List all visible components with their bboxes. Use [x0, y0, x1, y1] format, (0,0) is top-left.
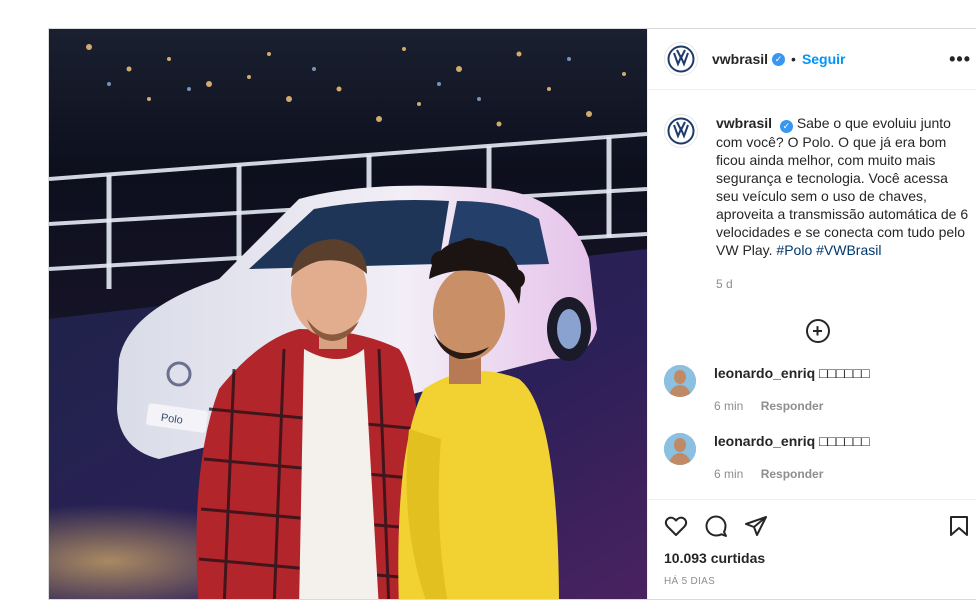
- comment-text: □□□□□□: [819, 433, 870, 449]
- comment-username[interactable]: leonardo_enriq: [714, 365, 815, 381]
- verified-badge-icon: ✓: [779, 120, 793, 133]
- post-photo-illustration: Polo: [49, 29, 647, 599]
- caption-body: vwbrasil ✓ Sabe o que evoluiu junto com …: [716, 114, 971, 293]
- comment-icon[interactable]: [704, 514, 728, 538]
- share-icon[interactable]: [744, 514, 768, 538]
- vw-logo-avatar[interactable]: [664, 42, 698, 76]
- commenter-avatar[interactable]: [664, 433, 696, 465]
- action-icons: [664, 514, 971, 538]
- comment-time: 6 min: [714, 399, 744, 413]
- post-photo[interactable]: Polo: [49, 29, 647, 599]
- comment-body: leonardo_enriq □□□□□□ 6 min Responder: [714, 433, 870, 481]
- likes-count[interactable]: 10.093 curtidas: [664, 550, 971, 566]
- heart-icon[interactable]: [664, 514, 688, 538]
- avatar-photo: [664, 433, 696, 465]
- follow-button[interactable]: Seguir: [802, 51, 846, 67]
- caption-avatar[interactable]: [664, 114, 698, 148]
- plus-circle-icon[interactable]: +: [805, 319, 830, 343]
- vw-logo-icon: [667, 45, 695, 73]
- reply-button[interactable]: Responder: [761, 399, 824, 413]
- post-actions: 10.093 curtidas HÁ 5 DIAS: [648, 499, 976, 587]
- comment-text: □□□□□□: [819, 365, 870, 381]
- caption-username[interactable]: vwbrasil: [716, 115, 772, 131]
- comment-username[interactable]: leonardo_enriq: [714, 433, 815, 449]
- comment-meta: 6 min Responder: [714, 467, 870, 481]
- header-separator: •: [791, 51, 796, 67]
- verified-badge-icon: ✓: [772, 52, 786, 66]
- bookmark-icon[interactable]: [947, 514, 971, 538]
- caption-hashtags[interactable]: #Polo #VWBrasil: [776, 242, 881, 258]
- load-more-comments: +: [648, 319, 976, 343]
- comment-body: leonardo_enriq □□□□□□ 6 min Responder: [714, 365, 870, 413]
- comment-meta: 6 min Responder: [714, 399, 870, 413]
- comment-item: leonardo_enriq □□□□□□ 6 min Responder: [648, 433, 976, 481]
- caption-text: Sabe o que evoluiu junto com você? O Pol…: [716, 115, 969, 258]
- comment-item: leonardo_enriq □□□□□□ 6 min Responder: [648, 365, 976, 413]
- header-username[interactable]: vwbrasil: [712, 51, 768, 67]
- post-date: HÁ 5 DIAS: [664, 576, 716, 587]
- post-caption: vwbrasil ✓ Sabe o que evoluiu junto com …: [648, 90, 976, 293]
- post-header: vwbrasil ✓ • Seguir •••: [648, 29, 976, 90]
- caption-time: 5 d: [716, 277, 733, 291]
- comment-time: 6 min: [714, 467, 744, 481]
- post-modal: Polo vwbrasil ✓ • Seguir ••• vwbrasil ✓ …: [48, 28, 976, 600]
- vw-logo-icon: [667, 117, 695, 145]
- avatar-photo: [664, 365, 696, 397]
- post-details-panel: vwbrasil ✓ • Seguir ••• vwbrasil ✓ Sabe …: [647, 29, 976, 599]
- commenter-avatar[interactable]: [664, 365, 696, 397]
- reply-button[interactable]: Responder: [761, 467, 824, 481]
- more-options-icon[interactable]: •••: [949, 49, 971, 70]
